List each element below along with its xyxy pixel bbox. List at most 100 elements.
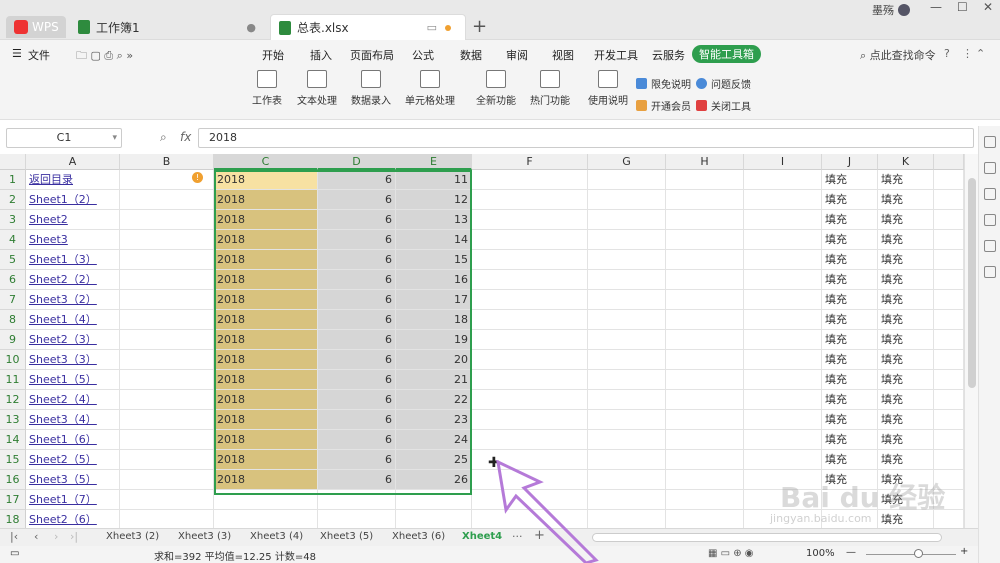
cell-link[interactable]: Sheet3（2）: [26, 290, 120, 310]
warning-icon[interactable]: !: [192, 172, 203, 183]
cell[interactable]: 2018: [214, 370, 318, 390]
cell[interactable]: 填充: [822, 250, 878, 270]
cell[interactable]: 填充: [878, 450, 934, 470]
cell[interactable]: [120, 250, 214, 270]
cell[interactable]: [396, 510, 472, 528]
free-info-button[interactable]: 限免说明: [636, 76, 691, 91]
cell[interactable]: [934, 170, 964, 190]
row-header[interactable]: 16: [0, 470, 26, 490]
cell[interactable]: 22: [396, 390, 472, 410]
cell[interactable]: [588, 410, 666, 430]
column-header-e[interactable]: E: [396, 154, 472, 170]
cell[interactable]: 6: [318, 310, 396, 330]
cell[interactable]: 填充: [878, 370, 934, 390]
cell[interactable]: 11: [396, 170, 472, 190]
cell-process-button[interactable]: 单元格处理: [402, 70, 458, 107]
row-header[interactable]: 13: [0, 410, 26, 430]
cell[interactable]: [934, 230, 964, 250]
cell[interactable]: [744, 230, 822, 250]
sheet-tab[interactable]: Xheet3 (5): [320, 531, 373, 542]
cell[interactable]: [472, 350, 588, 370]
chevron-down-icon[interactable]: ▾: [112, 129, 117, 147]
view-mode-icons[interactable]: ▦ ▭ ⊕ ◉: [708, 548, 754, 559]
cell[interactable]: 16: [396, 270, 472, 290]
column-header-c[interactable]: C: [214, 154, 318, 170]
menu-start[interactable]: 开始: [262, 47, 284, 63]
wps-home-tab[interactable]: WPS: [6, 16, 66, 38]
sheet-tab[interactable]: Xheet3 (3): [178, 531, 231, 542]
cell[interactable]: [744, 430, 822, 450]
cell[interactable]: 填充: [878, 210, 934, 230]
cell[interactable]: [744, 250, 822, 270]
tab-summary-xlsx[interactable]: 总表.xlsx ▭: [270, 14, 466, 40]
row-header[interactable]: 10: [0, 350, 26, 370]
cell[interactable]: [666, 230, 744, 250]
cell[interactable]: [588, 330, 666, 350]
column-header-f[interactable]: F: [472, 154, 588, 170]
cell[interactable]: [472, 210, 588, 230]
cell-link[interactable]: Sheet2（4）: [26, 390, 120, 410]
cell[interactable]: [472, 390, 588, 410]
cell[interactable]: [472, 330, 588, 350]
cell[interactable]: [744, 310, 822, 330]
cell-link[interactable]: Sheet3: [26, 230, 120, 250]
cell[interactable]: [666, 430, 744, 450]
cell[interactable]: [666, 410, 744, 430]
cell[interactable]: [666, 490, 744, 510]
cell[interactable]: 填充: [878, 310, 934, 330]
cell-link[interactable]: Sheet2（2）: [26, 270, 120, 290]
cell[interactable]: [588, 310, 666, 330]
cell[interactable]: [588, 190, 666, 210]
cell[interactable]: [934, 350, 964, 370]
cell[interactable]: 20: [396, 350, 472, 370]
cell[interactable]: [318, 510, 396, 528]
cell[interactable]: [744, 290, 822, 310]
cell[interactable]: 填充: [822, 170, 878, 190]
sheet-tab[interactable]: Xheet3 (4): [250, 531, 303, 542]
cell-link[interactable]: Sheet2（6）: [26, 510, 120, 528]
cell[interactable]: 6: [318, 190, 396, 210]
cell[interactable]: 2018: [214, 470, 318, 490]
feedback-button[interactable]: 问题反馈: [696, 76, 751, 91]
cell[interactable]: 填充: [878, 430, 934, 450]
cell[interactable]: [120, 190, 214, 210]
search-command[interactable]: ⌕ 点此查找命令: [860, 47, 936, 63]
shapes-icon[interactable]: [983, 162, 996, 174]
monitor-icon[interactable]: ▭: [427, 21, 437, 34]
cell[interactable]: 填充: [878, 230, 934, 250]
cell-link[interactable]: Sheet3（3）: [26, 350, 120, 370]
menu-smart-toolbox[interactable]: 智能工具箱: [692, 45, 761, 63]
cell[interactable]: [934, 450, 964, 470]
data-entry-button[interactable]: 数据录入: [348, 70, 394, 107]
cell[interactable]: 2018: [214, 190, 318, 210]
cell[interactable]: 填充: [822, 430, 878, 450]
row-header[interactable]: 9: [0, 330, 26, 350]
cell[interactable]: [472, 230, 588, 250]
cell[interactable]: 填充: [878, 290, 934, 310]
cell[interactable]: [934, 390, 964, 410]
cell[interactable]: 25: [396, 450, 472, 470]
cell[interactable]: 2018: [214, 290, 318, 310]
cell[interactable]: [666, 370, 744, 390]
cell[interactable]: 2018: [214, 310, 318, 330]
row-header[interactable]: 2: [0, 190, 26, 210]
cell[interactable]: [472, 370, 588, 390]
cell-link[interactable]: Sheet1（6）: [26, 430, 120, 450]
membership-button[interactable]: 开通会员: [636, 98, 691, 113]
cell[interactable]: 12: [396, 190, 472, 210]
cell[interactable]: 6: [318, 270, 396, 290]
cell[interactable]: [744, 190, 822, 210]
cell[interactable]: [120, 470, 214, 490]
cell-link[interactable]: Sheet3（5）: [26, 470, 120, 490]
cell[interactable]: [120, 350, 214, 370]
cell[interactable]: [934, 210, 964, 230]
cell-link[interactable]: Sheet2: [26, 210, 120, 230]
cell[interactable]: 填充: [878, 250, 934, 270]
spreadsheet-grid[interactable]: A B C D E F G H I J K 1 返回目录 2018 6 11 填充 填充 2 Sheet1（2） 201…: [0, 154, 964, 528]
cell[interactable]: 2018: [214, 250, 318, 270]
column-header-l[interactable]: [934, 154, 964, 170]
name-box[interactable]: C1 ▾: [6, 128, 122, 148]
cell[interactable]: 2018: [214, 230, 318, 250]
usage-guide-button[interactable]: 使用说明: [588, 70, 628, 107]
maximize-button[interactable]: ☐: [957, 0, 968, 14]
